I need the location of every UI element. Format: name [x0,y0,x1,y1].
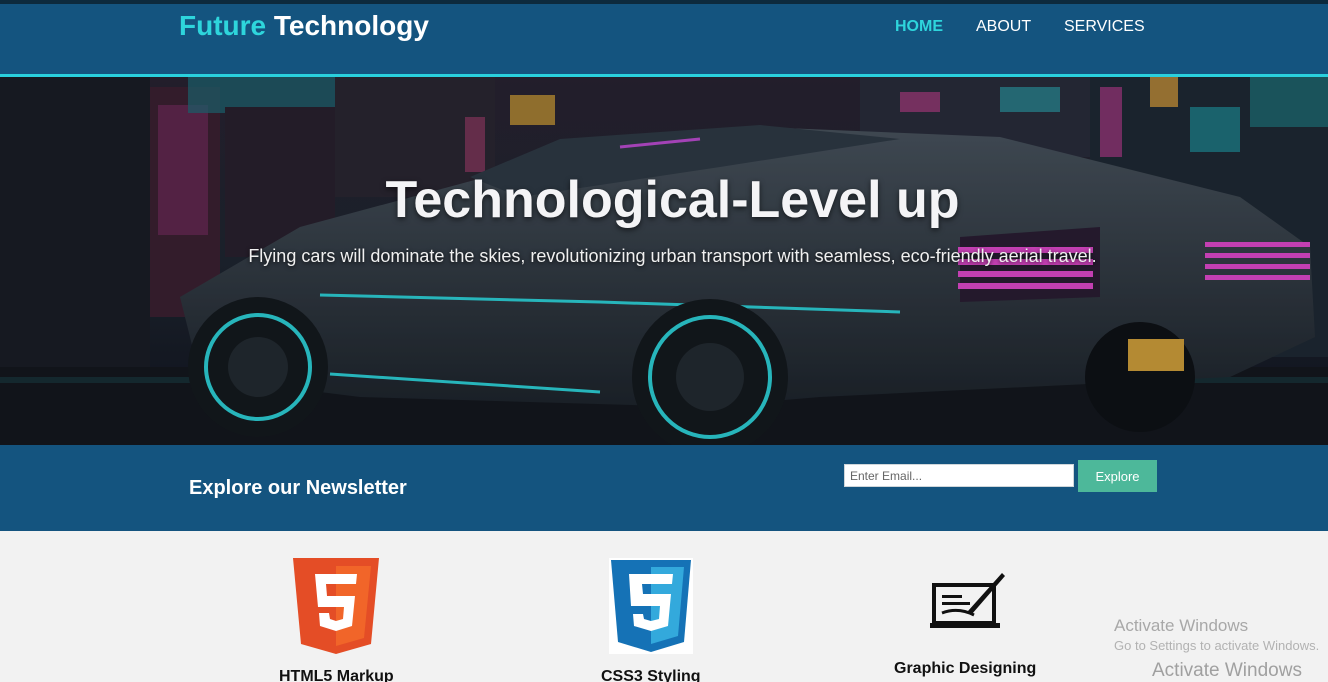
brand-text: Technology [273,10,429,41]
explore-button[interactable]: Explore [1078,460,1157,492]
activate-windows-watermark: Activate Windows [1114,616,1249,635]
newsletter-title: Explore our Newsletter [189,477,407,499]
activate-windows-watermark-2: Activate Windows [1152,660,1302,681]
hero-subtitle: Flying cars will dominate the skies, rev… [248,246,1097,266]
email-input[interactable] [844,464,1074,487]
graphic-design-laptop-icon [930,573,1005,628]
activate-windows-hint: Go to Settings to activate Windows. [1114,638,1320,653]
brand-logo[interactable]: Future Technology [179,10,429,42]
hero-title: Technological-Level up [385,171,960,229]
services-section: HTML5 Markup CSS3 Styling Graphic Design… [0,531,1328,682]
brand-accent-text: Future [179,10,267,41]
newsletter-section: Explore our Newsletter Explore [0,445,1328,531]
site-header: Future Technology HOME ABOUT SERVICES [0,0,1328,77]
nav-home-link[interactable]: HOME [895,18,943,36]
html5-logo-icon [293,558,379,654]
nav-services-link[interactable]: SERVICES [1064,18,1145,36]
nav-about-link[interactable]: ABOUT [976,18,1031,36]
hero-banner: Technological-Level up Flying cars will … [0,77,1328,445]
css3-logo-icon [609,558,693,654]
service-label-graphic-design: Graphic Designing [894,660,1037,677]
service-label-html5: HTML5 Markup [279,668,394,682]
service-label-css3: CSS3 Styling [601,668,701,682]
